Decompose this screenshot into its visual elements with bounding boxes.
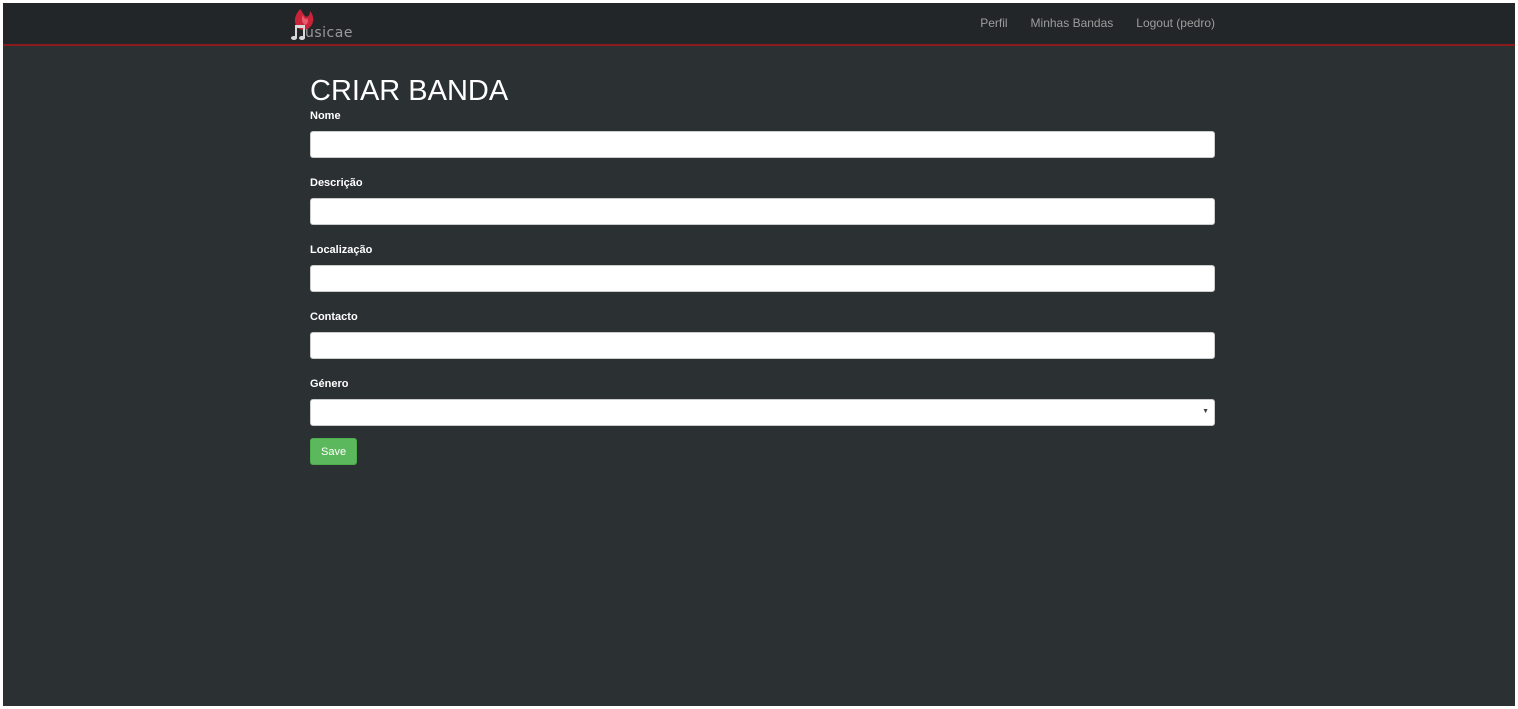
- nav-link-minhas-bandas[interactable]: Minhas Bandas: [1031, 16, 1114, 30]
- nav-links: Perfil Minhas Bandas Logout (pedro): [980, 16, 1215, 30]
- nav-link-logout[interactable]: Logout (pedro): [1136, 16, 1215, 30]
- descricao-input[interactable]: [310, 198, 1215, 225]
- field-group-nome: Nome: [310, 109, 1215, 158]
- brand-name: usicae: [305, 25, 353, 41]
- field-group-genero: Género ▼: [310, 377, 1215, 426]
- field-group-contacto: Contacto: [310, 310, 1215, 359]
- page-title: CRIAR BANDA: [310, 75, 509, 107]
- create-band-form: CRIAR BANDA Nome Descrição Localização C…: [310, 73, 1215, 465]
- localizacao-input[interactable]: [310, 265, 1215, 292]
- nav-link-perfil[interactable]: Perfil: [980, 16, 1007, 30]
- nome-input[interactable]: [310, 131, 1215, 158]
- localizacao-label: Localização: [310, 244, 373, 256]
- descricao-label: Descrição: [310, 177, 363, 189]
- save-button[interactable]: Save: [310, 438, 358, 465]
- top-navbar: usicae Perfil Minhas Bandas Logout (pedr…: [3, 3, 1515, 46]
- genero-select-wrapper: ▼: [310, 399, 1215, 426]
- genero-label: Género: [310, 378, 349, 390]
- genero-select[interactable]: [310, 399, 1215, 426]
- brand-logo[interactable]: usicae: [291, 7, 381, 43]
- contacto-input[interactable]: [310, 332, 1215, 359]
- nome-label: Nome: [310, 110, 341, 122]
- contacto-label: Contacto: [310, 311, 358, 323]
- app-window: usicae Perfil Minhas Bandas Logout (pedr…: [3, 3, 1515, 706]
- field-group-localizacao: Localização: [310, 243, 1215, 292]
- field-group-descricao: Descrição: [310, 176, 1215, 225]
